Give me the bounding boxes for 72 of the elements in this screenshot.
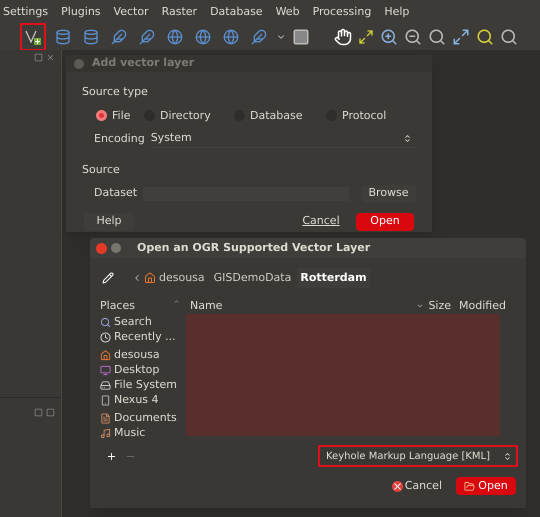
place-item[interactable]: Documents [100, 410, 180, 426]
cancel-button[interactable]: Cancel [298, 212, 344, 230]
field-label: Dataset [94, 185, 138, 202]
place-item[interactable]: Recently ... [100, 330, 180, 344]
edit-icon[interactable] [102, 272, 114, 284]
menu-item[interactable]: Raster [162, 4, 198, 20]
place-item[interactable]: Desktop [100, 362, 180, 378]
place-item[interactable]: Nexus 4 [100, 392, 180, 408]
zoom-in-icon [380, 28, 398, 46]
open-button[interactable]: Open [456, 477, 516, 495]
place-item[interactable]: File System [100, 378, 180, 392]
menu-item[interactable]: Database [210, 4, 263, 20]
place-item[interactable]: desousa [100, 348, 180, 362]
column-header[interactable]: Name [190, 298, 222, 314]
window-title: Open an OGR Supported Vector Layer [137, 240, 370, 256]
file-type-combo[interactable]: Keyhole Markup Language [KML] [318, 445, 518, 467]
places-header: Places [100, 298, 135, 314]
square-icon [292, 28, 310, 46]
cancel-button[interactable]: Cancel [388, 477, 446, 495]
add-icon [106, 450, 117, 462]
window-title: Add vector layer [92, 55, 194, 72]
column-header[interactable]: Size [428, 298, 452, 314]
section-label: Source [82, 162, 121, 178]
cancel-icon [392, 480, 403, 492]
breadcrumb[interactable]: desousa [156, 268, 208, 288]
menu-item[interactable]: Plugins [61, 4, 101, 20]
spinner-icon [503, 452, 512, 460]
pan-icon [334, 28, 352, 46]
field-label: Encoding [94, 130, 145, 147]
device-icon [100, 394, 111, 406]
breadcrumb[interactable]: Rotterdam [297, 268, 370, 288]
help-button[interactable]: Help [84, 212, 134, 230]
zoom-out-icon [404, 28, 422, 46]
drive-icon [100, 380, 111, 390]
radio-label: File [112, 108, 130, 124]
section-label: Source type [82, 84, 149, 100]
home-icon [144, 272, 156, 284]
close-icon[interactable] [74, 58, 84, 68]
menu-item[interactable]: Web [276, 4, 300, 20]
place-item[interactable]: Music [100, 426, 180, 440]
open-button[interactable]: Open [356, 212, 414, 230]
browse-button[interactable]: Browse [361, 184, 416, 202]
menu-item[interactable]: Settings [3, 4, 48, 20]
documents-icon [100, 412, 111, 424]
float-icon [34, 53, 43, 62]
minimize-icon[interactable] [111, 243, 121, 253]
place-item[interactable]: Search [100, 314, 180, 330]
menu-item[interactable]: Vector [114, 4, 149, 20]
radio-label: Protocol [342, 108, 386, 124]
column-header[interactable]: Modified [459, 298, 506, 314]
home-icon [100, 350, 111, 360]
breadcrumb[interactable]: GISDemoData [210, 268, 294, 288]
radio-label: Directory [160, 108, 211, 124]
folder-icon [464, 480, 476, 492]
zoom-layer-icon [476, 28, 494, 46]
music-icon [100, 428, 111, 438]
zoom-last-icon [500, 28, 518, 46]
zoom-actual-icon [428, 28, 446, 46]
radio-label: Database [250, 108, 302, 124]
close-icon[interactable] [96, 242, 107, 254]
menu-item[interactable]: Processing [312, 4, 372, 20]
close-icon [46, 53, 55, 62]
encoding-combo[interactable]: System [150, 130, 416, 148]
scroll-up-icon [173, 298, 180, 305]
sort-icon [416, 302, 424, 310]
vector-plus-icon [24, 28, 42, 46]
menu-item[interactable]: Help [384, 4, 410, 20]
search-icon [100, 316, 111, 328]
spinner-icon [403, 134, 412, 143]
recent-icon [100, 332, 111, 342]
radio-button[interactable] [96, 110, 107, 122]
desktop-icon [100, 364, 111, 376]
